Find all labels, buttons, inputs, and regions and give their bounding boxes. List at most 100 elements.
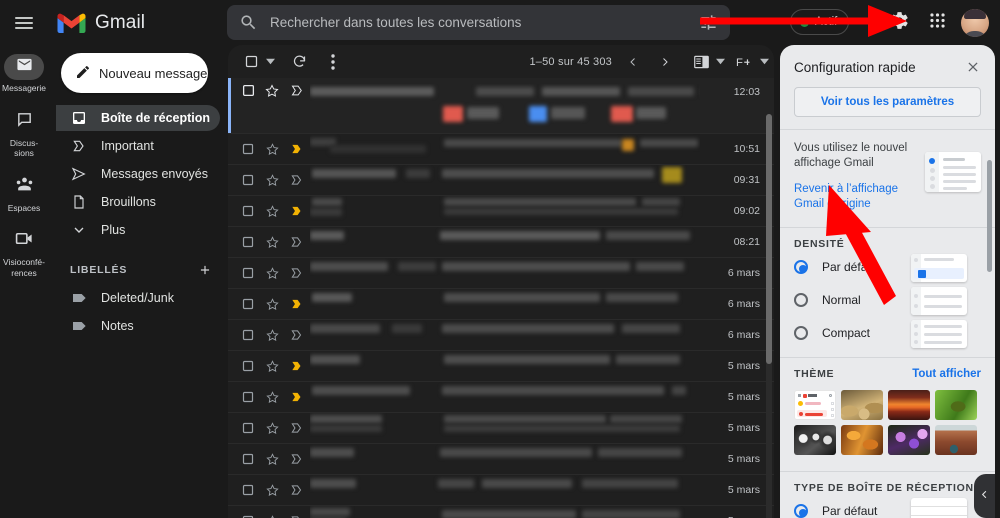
table-row[interactable]: 5 mars [228,382,774,413]
account-button[interactable] [958,6,992,40]
next-page-button[interactable] [652,49,678,75]
revert-to-original-gmail-link[interactable]: Revenir à l’affichage Gmail d’origine [794,182,904,211]
table-row[interactable]: 5 mars [228,351,774,382]
row-star-icon[interactable] [260,235,284,249]
brand[interactable]: Gmail [57,12,145,34]
refresh-button[interactable] [286,49,312,75]
row-checkbox[interactable] [236,84,260,97]
row-important-icon[interactable] [284,298,310,310]
table-row[interactable]: 08:21 [228,227,774,258]
row-checkbox[interactable] [236,267,260,279]
sidebar-item-inbox[interactable]: Boîte de réception [56,105,220,131]
row-star-icon[interactable] [260,390,284,404]
add-label-button[interactable] [196,261,214,279]
more-options-button[interactable] [320,49,346,75]
row-important-icon[interactable] [284,84,310,97]
row-important-icon[interactable] [284,267,310,279]
table-row[interactable]: 6 mars [228,320,774,351]
row-checkbox[interactable] [236,453,260,465]
theme-thumb-stone-blocks[interactable] [841,390,883,420]
row-star-icon[interactable] [260,297,284,311]
compose-button[interactable]: Nouveau message [61,53,208,93]
table-row[interactable]: 10:51 [228,134,774,165]
search-bar[interactable] [227,5,730,40]
rail-item-messagerie[interactable]: Messagerie [0,51,48,100]
row-checkbox[interactable] [236,360,260,372]
sidebar-label-deleted-junk[interactable]: Deleted/Junk [56,285,220,311]
table-row[interactable]: 5 mars [228,413,774,444]
row-star-icon[interactable] [260,421,284,435]
select-all-caret[interactable] [264,49,276,75]
select-all-checkbox[interactable] [238,49,264,75]
table-row[interactable]: 5 mars [228,506,774,518]
tune-icon[interactable] [699,13,718,32]
previous-page-button[interactable] [620,49,646,75]
view-all-themes-link[interactable]: Tout afficher [912,368,981,380]
row-checkbox[interactable] [236,484,260,496]
table-row[interactable]: 6 mars [228,258,774,289]
row-important-icon[interactable] [284,453,310,465]
row-important-icon[interactable] [284,391,310,403]
row-star-icon[interactable] [260,359,284,373]
row-important-icon[interactable] [284,236,310,248]
rail-item-espaces[interactable]: Espaces [0,171,48,220]
row-important-icon[interactable] [284,422,310,434]
all-settings-button[interactable]: Voir tous les paramètres [794,87,981,117]
input-tools-button[interactable]: F [732,49,758,75]
sidebar-item-more[interactable]: Plus [56,217,220,243]
row-checkbox[interactable] [236,143,260,155]
panel-scrollbar-thumb[interactable] [987,160,992,272]
row-checkbox[interactable] [236,298,260,310]
sidebar-item-important[interactable]: Important [56,133,220,159]
collapse-panel-button[interactable] [974,474,995,518]
row-star-icon[interactable] [260,328,284,342]
row-star-icon[interactable] [260,452,284,466]
row-checkbox[interactable] [236,205,260,217]
search-input[interactable] [270,15,699,30]
rail-item-visioconferences[interactable]: Visioconfé- rences [0,225,48,284]
row-star-icon[interactable] [260,84,284,98]
sidebar-label-notes[interactable]: Notes [56,313,220,339]
table-row[interactable]: 6 mars [228,289,774,320]
row-checkbox[interactable] [236,329,260,341]
theme-thumb-autumn-leaves[interactable] [841,425,883,455]
row-star-icon[interactable] [260,514,284,518]
theme-thumb-bw-spheres[interactable] [794,425,836,455]
list-scrollbar-thumb[interactable] [766,114,772,364]
row-checkbox[interactable] [236,236,260,248]
row-star-icon[interactable] [260,483,284,497]
row-important-icon[interactable] [284,484,310,496]
sidebar-item-drafts[interactable]: Brouillons [56,189,220,215]
sidebar-item-sent[interactable]: Messages envoyés [56,161,220,187]
table-row[interactable]: 12:03 [228,78,774,134]
google-apps-button[interactable] [920,6,954,40]
close-icon[interactable] [963,57,983,77]
row-important-icon[interactable] [284,329,310,341]
theme-thumb-purple-flowers[interactable] [888,425,930,455]
row-star-icon[interactable] [260,173,284,187]
table-row[interactable]: 5 mars [228,475,774,506]
row-important-icon[interactable] [284,174,310,186]
theme-thumb-red-canyon[interactable] [935,425,977,455]
row-star-icon[interactable] [260,204,284,218]
table-row[interactable]: 5 mars [228,444,774,475]
theme-thumb-green-leaf[interactable] [935,390,977,420]
theme-thumb-canyon-sunset[interactable] [888,390,930,420]
row-important-icon[interactable] [284,143,310,155]
split-pane-button[interactable] [688,49,714,75]
settings-button[interactable] [882,6,916,40]
row-checkbox[interactable] [236,422,260,434]
row-checkbox[interactable] [236,391,260,403]
row-star-icon[interactable] [260,142,284,156]
rail-item-discussions[interactable]: Discus- sions [0,106,48,165]
row-checkbox[interactable] [236,174,260,186]
row-important-icon[interactable] [284,360,310,372]
split-pane-caret[interactable] [714,49,726,75]
status-badge[interactable]: Actif [790,9,850,35]
table-row[interactable]: 09:02 [228,196,774,227]
theme-thumb-default-light[interactable] [794,390,836,420]
row-star-icon[interactable] [260,266,284,280]
input-tools-caret[interactable] [758,49,770,75]
table-row[interactable]: 09:31 [228,165,774,196]
main-menu-button[interactable] [4,3,44,43]
